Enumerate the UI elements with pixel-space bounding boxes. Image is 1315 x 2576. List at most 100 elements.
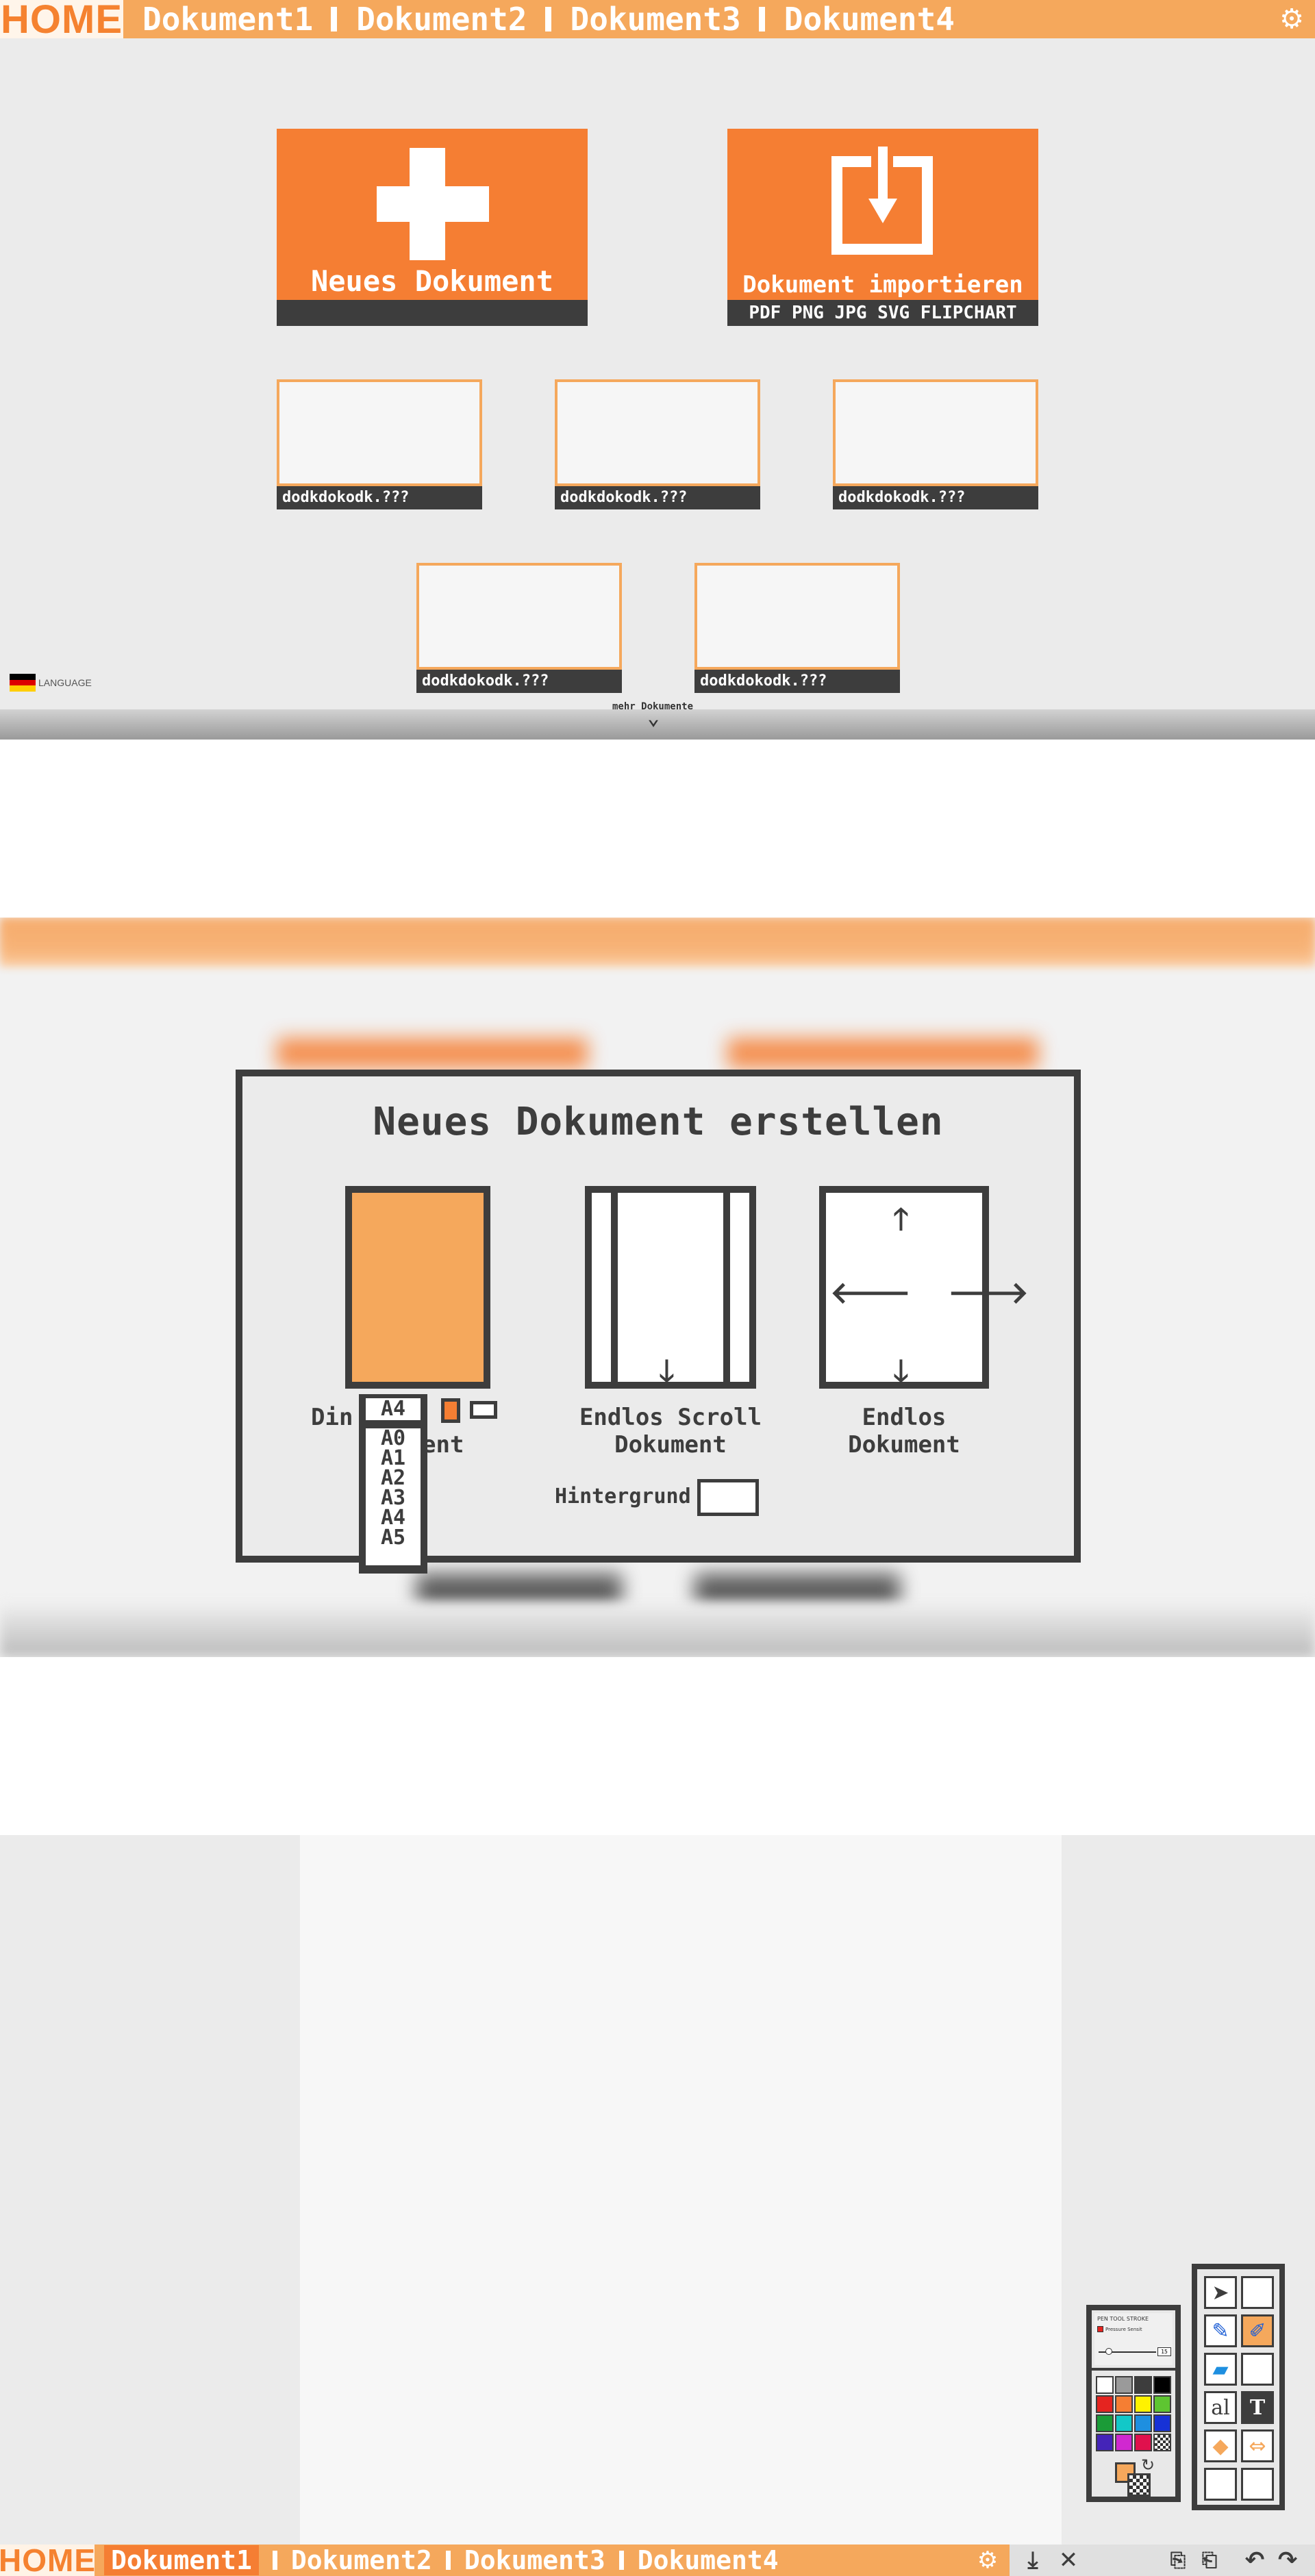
- tab-separator: [272, 2551, 277, 2570]
- color-swatch[interactable]: [1153, 2434, 1171, 2451]
- endless-scroll-label-line1: Endlos Scroll: [579, 1404, 762, 1431]
- dialog-title: Neues Dokument erstellen: [373, 1100, 944, 1144]
- color-swatch[interactable]: [1115, 2395, 1133, 2413]
- tab-dokument4[interactable]: Dokument4: [784, 1, 955, 38]
- marker-tool-icon[interactable]: ✐: [1241, 2314, 1274, 2347]
- eraser-tool-icon[interactable]: ▰: [1204, 2353, 1237, 2386]
- language-selector[interactable]: LANGUAGE: [10, 674, 92, 692]
- next-page-icon[interactable]: ⎗: [1196, 2547, 1223, 2573]
- save-icon[interactable]: ⤓: [1019, 2547, 1047, 2573]
- recent-document[interactable]: dodkdokodk.???: [694, 563, 900, 693]
- document-thumbnail: [694, 563, 900, 670]
- import-document-label: Dokument importieren: [742, 271, 1023, 299]
- undo-icon[interactable]: ↶: [1241, 2547, 1268, 2573]
- arrow-left-icon: 🡐: [830, 1276, 911, 1311]
- language-label: LANGUAGE: [38, 677, 92, 688]
- blurred-tile: [727, 1038, 1038, 1068]
- resize-tool-icon[interactable]: ⇔: [1241, 2429, 1274, 2462]
- home-tab[interactable]: HOME: [0, 2542, 95, 2576]
- tab-dokument1[interactable]: Dokument1: [104, 2545, 259, 2575]
- tab-separator: [445, 2551, 451, 2570]
- tab-separator: [758, 7, 765, 31]
- textbox-tool-icon[interactable]: T: [1241, 2391, 1274, 2424]
- paper-size-option[interactable]: A1: [366, 1448, 421, 1469]
- stroke-settings: PEN TOOL STROKE Pressure Sensit 15: [1094, 2313, 1173, 2365]
- tab-separator: [618, 2551, 624, 2570]
- close-icon[interactable]: ✕: [1055, 2547, 1082, 2573]
- empty-tool-slot: [1241, 2468, 1274, 2501]
- tile-footer: [277, 300, 588, 326]
- page-margin-right: [723, 1193, 730, 1382]
- text-tool-icon[interactable]: al: [1204, 2391, 1237, 2424]
- landscape-orientation-toggle[interactable]: [470, 1401, 497, 1419]
- pen-settings-panel: PEN TOOL STROKE Pressure Sensit 15 ↻: [1086, 2305, 1181, 2502]
- stroke-slider-handle[interactable]: [1105, 2348, 1112, 2355]
- paper-size-option[interactable]: A4: [366, 1508, 421, 1528]
- gear-icon[interactable]: ⚙: [1278, 5, 1305, 33]
- tab-dokument3[interactable]: Dokument3: [464, 2545, 605, 2575]
- tab-dokument4[interactable]: Dokument4: [638, 2545, 779, 2575]
- new-document-label: Neues Dokument: [310, 264, 553, 298]
- home-screen: HOME Dokument1 Dokument2 Dokument3 Dokum…: [0, 0, 1315, 740]
- color-swatch[interactable]: [1115, 2376, 1133, 2394]
- blurred-tab-bar-overlay: [0, 920, 1315, 959]
- home-tab[interactable]: HOME: [0, 0, 123, 42]
- color-swatch[interactable]: [1153, 2414, 1171, 2432]
- recent-document[interactable]: dodkdokodk.???: [277, 379, 482, 509]
- recent-document[interactable]: dodkdokodk.???: [555, 379, 760, 509]
- shapes-tool-icon[interactable]: ◆: [1204, 2429, 1237, 2462]
- drawing-canvas[interactable]: [300, 1835, 1062, 2545]
- import-icon: [831, 147, 933, 255]
- tab-dokument2[interactable]: Dokument2: [291, 2545, 432, 2575]
- redo-icon[interactable]: ↷: [1274, 2547, 1301, 2573]
- gear-icon[interactable]: ⚙: [975, 2547, 1000, 2573]
- tools-panel: ➤ ✎ ✐ ▰ al T ◆ ⇔: [1192, 2264, 1285, 2510]
- color-swatch[interactable]: [1134, 2414, 1152, 2432]
- pressure-checkbox[interactable]: [1097, 2326, 1103, 2332]
- color-swatch[interactable]: [1096, 2434, 1114, 2451]
- paper-size-select[interactable]: A4: [359, 1394, 427, 1424]
- color-swatch[interactable]: [1134, 2434, 1152, 2451]
- pen-tool-icon[interactable]: ✎: [1204, 2314, 1237, 2347]
- tab-dokument2[interactable]: Dokument2: [356, 1, 527, 38]
- color-swatch[interactable]: [1153, 2395, 1171, 2413]
- color-swatch[interactable]: [1153, 2376, 1171, 2394]
- tab-dokument1[interactable]: Dokument1: [142, 1, 313, 38]
- background-label: Hintergrund: [555, 1485, 691, 1508]
- color-swatch[interactable]: [1096, 2376, 1114, 2394]
- color-swatch[interactable]: [1115, 2414, 1133, 2432]
- tab-separator: [331, 7, 338, 31]
- empty-tool-slot: [1241, 2353, 1274, 2386]
- tab-dokument3[interactable]: Dokument3: [571, 1, 741, 38]
- paper-size-option[interactable]: A2: [366, 1468, 421, 1489]
- endless-document-option[interactable]: 🡑 🡓 🡐 🡒: [819, 1186, 1029, 1389]
- portrait-orientation-toggle[interactable]: [441, 1398, 460, 1423]
- paper-size-option[interactable]: A5: [366, 1528, 421, 1548]
- recent-document[interactable]: dodkdokodk.???: [416, 563, 622, 693]
- arrow-up-icon: 🡑: [893, 1202, 909, 1237]
- chevron-down-icon[interactable]: ⌄: [647, 708, 660, 729]
- paper-size-option[interactable]: A3: [366, 1488, 421, 1508]
- paper-size-option[interactable]: A0: [366, 1428, 421, 1449]
- endless-scroll-document-option[interactable]: 🡓: [585, 1186, 756, 1389]
- stroke-color-icon[interactable]: [1127, 2473, 1151, 2497]
- import-formats: PDF PNG JPG SVG FLIPCHART: [727, 300, 1038, 326]
- new-document-screen: Neues Dokument erstellen Din ent 🡓 Endlo…: [0, 918, 1315, 1657]
- swap-colors-icon[interactable]: ↻: [1141, 2455, 1155, 2475]
- stroke-value[interactable]: 15: [1157, 2347, 1171, 2356]
- background-color-swatch[interactable]: [697, 1479, 759, 1516]
- select-tool-icon[interactable]: ➤: [1204, 2276, 1237, 2309]
- color-swatch[interactable]: [1096, 2395, 1114, 2413]
- color-swatch[interactable]: [1134, 2376, 1152, 2394]
- new-document-button[interactable]: Neues Dokument: [277, 129, 588, 326]
- previous-page-icon[interactable]: ⎘: [1164, 2547, 1192, 2573]
- document-name: dodkdokodk.???: [416, 670, 622, 693]
- color-swatch[interactable]: [1115, 2434, 1133, 2451]
- german-flag-icon: [10, 674, 36, 692]
- color-swatch[interactable]: [1134, 2395, 1152, 2413]
- import-document-button[interactable]: Dokument importieren PDF PNG JPG SVG FLI…: [727, 129, 1038, 326]
- document-thumbnail: [555, 379, 760, 486]
- recent-document[interactable]: dodkdokodk.???: [833, 379, 1038, 509]
- din-document-option[interactable]: [345, 1186, 490, 1389]
- color-swatch[interactable]: [1096, 2414, 1114, 2432]
